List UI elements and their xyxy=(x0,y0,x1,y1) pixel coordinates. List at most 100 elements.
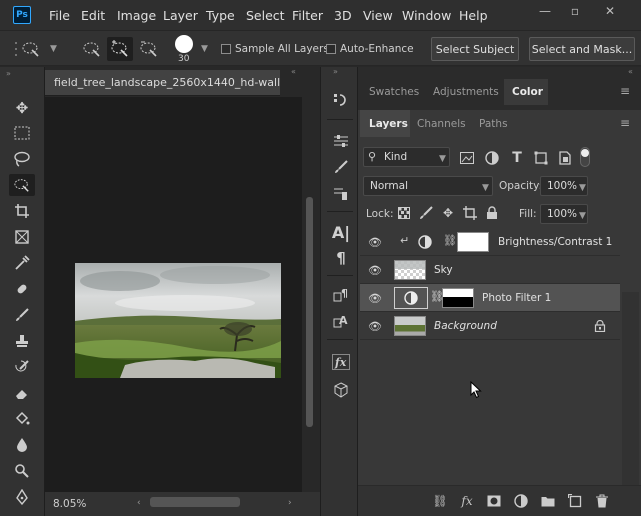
sky-layer-thumbnail[interactable] xyxy=(394,260,426,280)
canvas-pasteboard[interactable] xyxy=(45,97,302,492)
lock-position-icon[interactable]: ✥ xyxy=(440,205,456,221)
layer-mask-thumbnail[interactable] xyxy=(457,232,489,252)
adjustment-layer-filter-icon[interactable] xyxy=(484,150,500,166)
type-layer-filter-icon[interactable]: T xyxy=(509,150,525,166)
smart-object-filter-icon[interactable] xyxy=(557,150,573,166)
layer-style-fx-icon[interactable]: fx xyxy=(458,493,476,509)
delete-layer-trash-icon[interactable] xyxy=(593,493,611,509)
panel-menu-icon[interactable]: ≡ xyxy=(620,84,630,98)
tool-preset-icon[interactable] xyxy=(18,37,44,61)
lock-image-pixels-icon[interactable] xyxy=(418,205,434,221)
horizontal-scroll-thumb[interactable] xyxy=(150,497,240,507)
lock-artboard-icon[interactable] xyxy=(462,205,478,221)
pen-tool-icon[interactable] xyxy=(9,486,35,508)
blend-chevron-down-icon[interactable]: ▼ xyxy=(482,183,489,193)
brush-picker-chevron-icon[interactable]: ▼ xyxy=(201,44,208,54)
fill-chevron-down-icon[interactable]: ▼ xyxy=(579,211,586,221)
layers-scrollbar[interactable] xyxy=(622,292,639,516)
vertical-scroll-thumb[interactable] xyxy=(306,197,313,427)
blur-tool-icon[interactable] xyxy=(9,434,35,456)
menu-edit[interactable]: Edit xyxy=(81,8,105,23)
tab-adjustments[interactable]: Adjustments xyxy=(433,86,499,98)
brush-settings-panel-icon[interactable] xyxy=(330,130,352,152)
menu-layer[interactable]: Layer xyxy=(163,8,198,23)
healing-brush-tool-icon[interactable] xyxy=(9,278,35,300)
auto-enhance-checkbox[interactable] xyxy=(326,44,336,54)
pixel-layer-filter-icon[interactable] xyxy=(459,150,475,166)
menu-window[interactable]: Window xyxy=(402,8,451,23)
layer-name[interactable]: Brightness/Contrast 1 xyxy=(498,236,612,248)
history-brush-tool-icon[interactable] xyxy=(9,356,35,378)
menu-filter[interactable]: Filter xyxy=(292,8,323,23)
blend-mode-select[interactable]: Normal xyxy=(363,176,493,196)
collapse-tools-icon[interactable]: » xyxy=(6,69,11,78)
tab-swatches[interactable]: Swatches xyxy=(369,86,419,98)
crop-tool-icon[interactable] xyxy=(9,200,35,222)
lasso-tool-icon[interactable] xyxy=(9,148,35,170)
character-panel-icon[interactable]: A| xyxy=(330,221,352,243)
eyedropper-tool-icon[interactable] xyxy=(9,252,35,274)
collapse-right-panels-icon[interactable]: « xyxy=(628,67,633,76)
layers-panel-menu-icon[interactable]: ≡ xyxy=(620,116,630,130)
link-layers-icon[interactable]: ⛓ xyxy=(431,493,449,509)
tab-color[interactable]: Color xyxy=(512,86,543,98)
select-and-mask-button[interactable]: Select and Mask... xyxy=(529,37,635,61)
restore-icon[interactable]: ▫ xyxy=(560,0,590,22)
layer-row-sky[interactable]: 👁 Sky xyxy=(360,256,620,284)
mask-link-icon[interactable]: ⛓ xyxy=(443,234,457,247)
shape-layer-filter-icon[interactable] xyxy=(533,150,549,166)
brush-tool-icon[interactable] xyxy=(9,304,35,326)
document-tab[interactable]: field_tree_landscape_2560x1440_hd-wallpa… xyxy=(45,70,280,96)
collapse-panel-icon[interactable]: « xyxy=(291,67,296,76)
kind-chevron-down-icon[interactable]: ▼ xyxy=(439,154,446,164)
marquee-tool-icon[interactable] xyxy=(9,122,35,144)
zoom-level[interactable]: 8.05% xyxy=(53,498,86,510)
menu-file[interactable]: File xyxy=(49,8,70,23)
vertical-scrollbar[interactable] xyxy=(303,97,316,492)
frame-tool-icon[interactable] xyxy=(9,226,35,248)
minimize-icon[interactable]: — xyxy=(530,0,560,22)
new-group-folder-icon[interactable] xyxy=(539,493,557,509)
sample-all-layers-checkbox[interactable] xyxy=(221,44,231,54)
clone-stamp-tool-icon[interactable] xyxy=(9,330,35,352)
menu-help[interactable]: Help xyxy=(459,8,488,23)
styles-fx-panel-icon[interactable]: fx xyxy=(330,351,352,373)
close-icon[interactable]: ✕ xyxy=(595,0,625,22)
select-subject-button[interactable]: Select Subject xyxy=(431,37,519,61)
background-layer-thumbnail[interactable] xyxy=(394,316,426,336)
visibility-eye-icon[interactable]: 👁 xyxy=(368,319,382,333)
tab-layers[interactable]: Layers xyxy=(369,118,408,130)
eraser-tool-icon[interactable] xyxy=(9,382,35,404)
new-selection-icon[interactable] xyxy=(79,37,105,61)
menu-image[interactable]: Image xyxy=(117,8,156,23)
move-tool-icon[interactable]: ✥ xyxy=(9,97,35,119)
tab-paths[interactable]: Paths xyxy=(479,118,508,130)
scroll-left-icon[interactable]: ‹ xyxy=(137,498,141,508)
visibility-eye-icon[interactable]: 👁 xyxy=(368,235,382,249)
chevron-down-icon[interactable]: ▼ xyxy=(50,44,57,54)
history-panel-icon[interactable] xyxy=(330,89,352,111)
menu-3d[interactable]: 3D xyxy=(334,8,352,23)
menu-type[interactable]: Type xyxy=(206,8,235,23)
3d-panel-icon[interactable] xyxy=(330,379,352,401)
landscape-image[interactable] xyxy=(75,263,281,378)
dodge-tool-icon[interactable] xyxy=(9,460,35,482)
layer-name[interactable]: Sky xyxy=(434,264,453,276)
new-adjustment-layer-icon[interactable] xyxy=(512,493,530,509)
paragraph-panel-icon[interactable]: ¶ xyxy=(330,247,352,269)
layer-row-brightness-contrast[interactable]: 👁 ↵ ⛓ Brightness/Contrast 1 xyxy=(360,228,620,256)
new-layer-icon[interactable] xyxy=(566,493,584,509)
clone-source-panel-icon[interactable] xyxy=(330,182,352,204)
menu-view[interactable]: View xyxy=(363,8,393,23)
paint-bucket-tool-icon[interactable] xyxy=(9,408,35,430)
visibility-eye-icon[interactable]: 👁 xyxy=(368,263,382,277)
paragraph-styles-panel-icon[interactable]: ¶ xyxy=(330,284,352,306)
brush-size-preview[interactable] xyxy=(175,35,193,53)
layer-row-photo-filter[interactable]: 👁 ⛓ Photo Filter 1 xyxy=(360,284,620,312)
subtract-from-selection-icon[interactable] xyxy=(136,37,162,61)
character-styles-panel-icon[interactable]: A xyxy=(330,310,352,332)
scroll-right-icon[interactable]: › xyxy=(288,498,292,508)
quick-selection-tool-icon[interactable] xyxy=(9,174,35,196)
photo-filter-adjustment-icon[interactable] xyxy=(394,287,428,309)
expand-strip-icon[interactable]: » xyxy=(333,67,338,76)
